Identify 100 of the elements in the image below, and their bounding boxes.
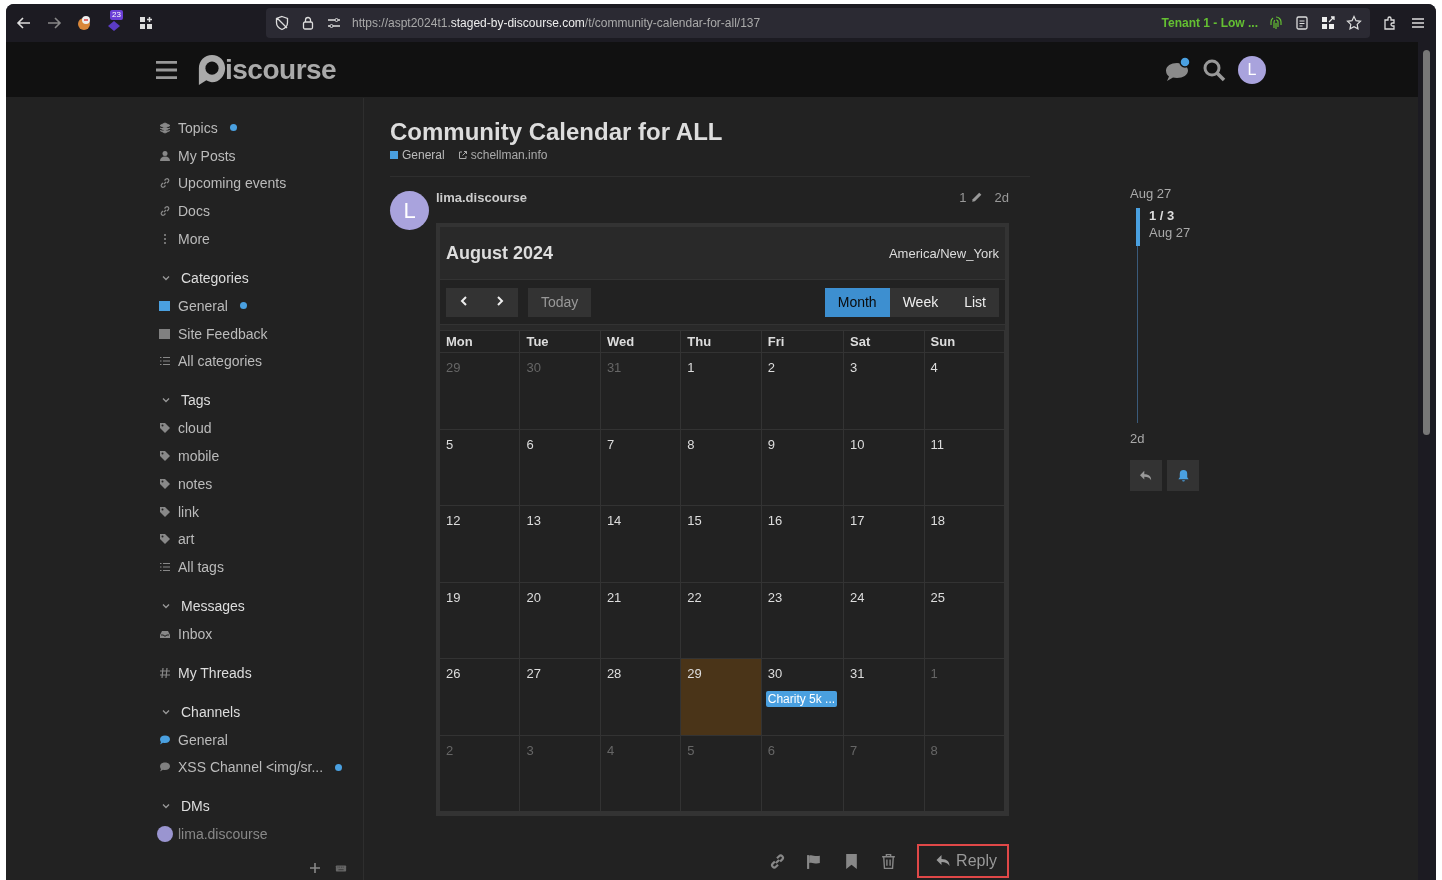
menu-icon[interactable] bbox=[156, 59, 177, 80]
link-icon[interactable] bbox=[769, 852, 787, 870]
sidebar-item[interactable]: My Threads bbox=[159, 658, 363, 687]
day-cell[interactable]: 4 bbox=[924, 353, 1005, 430]
day-cell[interactable]: 24 bbox=[844, 582, 925, 659]
sidebar-item[interactable]: link bbox=[159, 497, 363, 526]
external-link-icon bbox=[457, 150, 468, 160]
day-cell[interactable]: 27 bbox=[520, 659, 601, 736]
sidebar-item[interactable]: My Posts bbox=[159, 141, 363, 170]
logo-wordmark[interactable]: iscourse bbox=[225, 53, 337, 86]
sidebar-section-header[interactable]: Channels bbox=[159, 697, 363, 726]
container-label: Tenant 1 - Low ... bbox=[1161, 16, 1258, 30]
day-number: 31 bbox=[606, 360, 622, 375]
day-cell[interactable]: 23 bbox=[761, 582, 845, 659]
bookmark-star-icon[interactable] bbox=[1346, 15, 1362, 31]
forward-icon[interactable] bbox=[46, 15, 62, 31]
day-cell[interactable]: 9 bbox=[761, 429, 845, 506]
sidebar-item[interactable]: More bbox=[159, 225, 363, 253]
topic-link[interactable]: schellman.info bbox=[457, 148, 548, 162]
post-age[interactable]: 2d bbox=[994, 189, 1009, 205]
sidebar-item[interactable]: art bbox=[159, 525, 363, 554]
fingerprint-icon[interactable] bbox=[1268, 15, 1284, 31]
day-cell[interactable]: 19 bbox=[440, 582, 521, 659]
sidebar-item[interactable]: lima.discourse bbox=[159, 820, 363, 849]
scrollbar[interactable] bbox=[1423, 50, 1430, 435]
day-cell[interactable]: 31 bbox=[844, 659, 925, 736]
today-button[interactable]: Today bbox=[528, 287, 592, 317]
day-cell[interactable]: 15 bbox=[681, 506, 762, 583]
sidebar-item[interactable]: notes bbox=[159, 469, 363, 498]
sidebar-section-header[interactable]: Categories bbox=[159, 264, 363, 292]
address-bar[interactable]: https://aspt2024t1.staged-by-discourse.com/t/community-calendar-for-all/137 Tenant 1 - Low ... bbox=[266, 8, 1370, 38]
chevron-icon[interactable] bbox=[161, 273, 171, 283]
sidebar-item[interactable]: XSS Channel <img/sr... bbox=[159, 753, 363, 782]
view-tab[interactable]: Month bbox=[824, 287, 890, 317]
keyboard-icon[interactable] bbox=[335, 862, 347, 874]
day-cell[interactable]: 25 bbox=[924, 582, 1005, 659]
day-cell[interactable]: 18 bbox=[924, 506, 1005, 583]
timeline-start-date[interactable]: Aug 27 bbox=[1130, 186, 1250, 201]
day-cell[interactable]: 2 bbox=[761, 353, 845, 430]
permissions-icon[interactable] bbox=[326, 15, 342, 31]
chat-icon[interactable] bbox=[1164, 56, 1192, 83]
sidebar-item[interactable]: All categories bbox=[159, 347, 363, 376]
day-cell[interactable]: 30 Charity 5k ... bbox=[761, 659, 845, 736]
timeline-handle[interactable]: 1 / 3 Aug 27 bbox=[1136, 208, 1250, 246]
day-cell[interactable]: 13 bbox=[520, 506, 601, 583]
day-number: 24 bbox=[850, 589, 865, 605]
day-cell[interactable]: 29 bbox=[681, 659, 762, 736]
sidebar-item[interactable]: Upcoming events bbox=[159, 169, 363, 198]
day-cell[interactable]: 14 bbox=[600, 506, 682, 583]
notification-bell-button[interactable] bbox=[1167, 460, 1199, 491]
lock-icon[interactable] bbox=[300, 15, 316, 31]
day-cell[interactable]: 3 bbox=[844, 353, 925, 430]
timeline-position: 1 / 3 bbox=[1149, 208, 1176, 223]
back-icon[interactable] bbox=[16, 15, 32, 31]
reply-button[interactable]: Reply bbox=[917, 844, 1009, 878]
qr-grid-icon[interactable] bbox=[1320, 15, 1336, 31]
search-icon[interactable] bbox=[1202, 57, 1226, 82]
day-cell[interactable]: 20 bbox=[520, 582, 601, 659]
add-extension-icon[interactable] bbox=[138, 15, 154, 31]
day-cell[interactable]: 12 bbox=[440, 506, 521, 583]
day-cell[interactable]: 16 bbox=[761, 506, 845, 583]
tracking-shield-icon[interactable] bbox=[274, 15, 290, 31]
sidebar-item[interactable]: cloud bbox=[159, 414, 363, 443]
edit-count[interactable]: 1 bbox=[959, 189, 983, 205]
day-cell[interactable]: 5 bbox=[440, 429, 521, 506]
sidebar-item[interactable]: Topics bbox=[159, 114, 363, 142]
extension-icon[interactable] bbox=[76, 15, 92, 31]
sidebar-item[interactable]: Site Feedback bbox=[159, 319, 363, 348]
day-cell[interactable]: 7 bbox=[600, 429, 682, 506]
day-cell[interactable]: 26 bbox=[440, 659, 521, 736]
sidebar-item[interactable]: General bbox=[159, 725, 363, 754]
view-tab[interactable]: Week bbox=[889, 287, 952, 317]
day-cell[interactable]: 6 bbox=[520, 429, 601, 506]
view-tab[interactable]: List bbox=[951, 287, 999, 317]
day-cell[interactable]: 10 bbox=[844, 429, 925, 506]
sidebar-section-header[interactable]: Messages bbox=[159, 592, 363, 621]
sidebar-item[interactable]: Docs bbox=[159, 197, 363, 226]
category-badge[interactable]: General bbox=[390, 148, 445, 162]
author-name[interactable]: lima.discourse bbox=[436, 189, 528, 205]
reader-view-icon[interactable] bbox=[1294, 15, 1310, 31]
sidebar-section-header[interactable]: Tags bbox=[159, 386, 363, 415]
timeline-end-date[interactable]: 2d bbox=[1130, 431, 1250, 446]
trash-icon[interactable] bbox=[880, 852, 898, 870]
day-cell[interactable]: 11 bbox=[924, 429, 1005, 506]
sidebar-section-header[interactable]: DMs bbox=[159, 792, 363, 821]
day-cell[interactable]: 21 bbox=[600, 582, 682, 659]
menu-icon[interactable] bbox=[1410, 15, 1426, 31]
day-cell[interactable]: 17 bbox=[844, 506, 925, 583]
add-icon[interactable] bbox=[309, 862, 321, 874]
sidebar-item[interactable]: General bbox=[159, 292, 363, 320]
reply-button[interactable] bbox=[1130, 460, 1162, 491]
sidebar-item[interactable]: All tags bbox=[159, 553, 363, 582]
day-number: 5 bbox=[687, 742, 695, 758]
extensions-puzzle-icon[interactable] bbox=[1382, 15, 1398, 31]
sidebar-item[interactable]: mobile bbox=[159, 442, 363, 470]
day-cell[interactable]: 8 bbox=[681, 429, 762, 506]
day-number: 16 bbox=[767, 513, 783, 528]
sidebar-item[interactable]: Inbox bbox=[159, 620, 363, 648]
day-cell[interactable]: 1 bbox=[681, 353, 762, 430]
extension-badge: 23 bbox=[110, 10, 123, 20]
